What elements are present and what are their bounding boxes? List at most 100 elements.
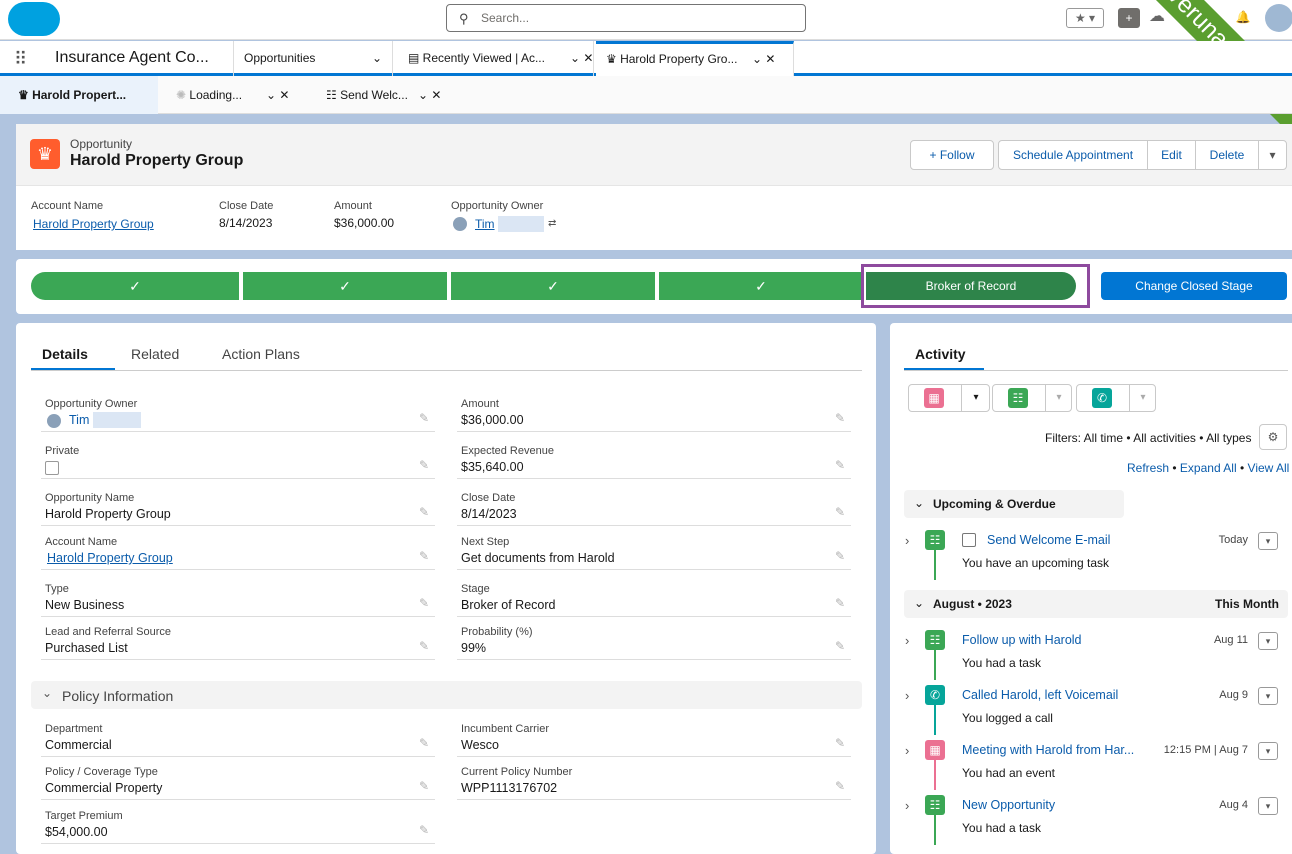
edit-pencil-icon[interactable]: ✎ <box>419 505 429 519</box>
activity-title-link[interactable]: Send Welcome E-mail <box>987 533 1110 547</box>
salesforce-logo[interactable] <box>8 2 60 36</box>
close-icon[interactable]: ⌄ ✕ <box>266 76 289 114</box>
log-call-button[interactable]: ✆ ▾ <box>1076 384 1156 412</box>
edit-pencil-icon[interactable]: ✎ <box>419 549 429 563</box>
activity-title-link[interactable]: Follow up with Harold <box>962 633 1082 647</box>
subtab-send-welcome[interactable]: ☷ Send Welc... ⌄ ✕ <box>308 76 458 114</box>
global-search-input[interactable]: ⚲ Search... <box>446 4 806 32</box>
chevron-down-icon[interactable]: ▾ <box>1045 385 1072 411</box>
tab-related[interactable]: Related <box>131 346 179 362</box>
edit-pencil-icon[interactable]: ✎ <box>835 639 845 653</box>
chevron-right-icon[interactable]: › <box>905 688 909 703</box>
field-divider <box>41 756 435 757</box>
account-name-link[interactable]: Harold Property Group <box>47 551 173 565</box>
field-value: Broker of Record <box>461 598 556 612</box>
tab-details[interactable]: Details <box>42 346 88 362</box>
tab-harold-property[interactable]: ♛ Harold Property Gro... ⌄ ✕ <box>596 41 794 76</box>
change-owner-icon[interactable]: ⇄ <box>548 218 556 229</box>
subtab-harold[interactable]: ♛ Harold Propert... <box>0 76 158 114</box>
tab-label: Harold Property Gro... <box>620 52 738 66</box>
private-checkbox[interactable] <box>45 461 59 475</box>
edit-pencil-icon[interactable]: ✎ <box>835 458 845 472</box>
owner-link[interactable]: Tim <box>69 413 89 427</box>
chevron-down-icon[interactable]: ⌄ <box>914 596 924 610</box>
avatar[interactable] <box>1265 4 1292 32</box>
close-icon[interactable]: ⌄ ✕ <box>570 41 593 76</box>
edit-pencil-icon[interactable]: ✎ <box>419 736 429 750</box>
global-actions-icon[interactable]: + <box>1118 8 1140 28</box>
separator: • <box>1172 461 1177 475</box>
delete-button[interactable]: Delete <box>1195 140 1259 170</box>
new-task-button[interactable]: ☷ ▾ <box>992 384 1072 412</box>
activity-date: Aug 9 <box>1219 689 1248 701</box>
item-menu-button[interactable]: ▾ <box>1258 742 1278 760</box>
chevron-right-icon[interactable]: › <box>905 633 909 648</box>
subtab-loading[interactable]: ✺ Loading... ⌄ ✕ <box>158 76 308 114</box>
check-icon: ✓ <box>755 278 767 294</box>
call-icon: ✆ <box>925 685 945 705</box>
path-stage-complete[interactable]: ✓ <box>451 272 655 300</box>
filter-settings-button[interactable]: ⚙ <box>1259 424 1287 450</box>
activity-title-link[interactable]: New Opportunity <box>962 798 1055 812</box>
account-name-link[interactable]: Harold Property Group <box>33 217 154 231</box>
activity-tab[interactable]: Activity <box>915 346 966 362</box>
edit-pencil-icon[interactable]: ✎ <box>835 736 845 750</box>
edit-pencil-icon[interactable]: ✎ <box>419 458 429 472</box>
chevron-right-icon[interactable]: › <box>905 743 909 758</box>
item-menu-button[interactable]: ▾ <box>1258 797 1278 815</box>
more-actions-button[interactable]: ▾ <box>1258 140 1287 170</box>
edit-pencil-icon[interactable]: ✎ <box>835 779 845 793</box>
activity-date: Aug 11 <box>1213 634 1248 646</box>
edit-pencil-icon[interactable]: ✎ <box>835 411 845 425</box>
task-checkbox[interactable] <box>962 533 976 547</box>
item-menu-button[interactable]: ▾ <box>1258 687 1278 705</box>
edit-pencil-icon[interactable]: ✎ <box>419 411 429 425</box>
edit-pencil-icon[interactable]: ✎ <box>835 505 845 519</box>
highlight-box <box>861 264 1090 308</box>
close-icon[interactable]: ⌄ ✕ <box>418 76 441 114</box>
follow-button[interactable]: + Follow <box>910 140 994 170</box>
schedule-appointment-button[interactable]: Schedule Appointment <box>998 140 1148 170</box>
trailhead-icon[interactable]: ☁ <box>1146 8 1168 28</box>
tab-opportunities[interactable]: Opportunities ⌄ <box>233 41 393 76</box>
tab-action-plans[interactable]: Action Plans <box>222 346 300 362</box>
edit-pencil-icon[interactable]: ✎ <box>419 823 429 837</box>
item-menu-button[interactable]: ▾ <box>1258 632 1278 650</box>
owner-link[interactable]: Tim <box>475 217 495 231</box>
refresh-link[interactable]: Refresh <box>1127 461 1169 475</box>
expand-all-link[interactable]: Expand All <box>1180 461 1237 475</box>
edit-button[interactable]: Edit <box>1147 140 1196 170</box>
path-stage-complete[interactable]: ✓ <box>31 272 239 300</box>
edit-pencil-icon[interactable]: ✎ <box>419 639 429 653</box>
change-closed-stage-button[interactable]: Change Closed Stage <box>1101 272 1287 300</box>
activity-title-link[interactable]: Called Harold, left Voicemail <box>962 688 1118 702</box>
view-all-link[interactable]: View All <box>1248 461 1290 475</box>
app-launcher-icon[interactable]: ⠿ <box>14 49 27 70</box>
chevron-down-icon[interactable]: ⌄ <box>42 686 52 700</box>
activity-title-link[interactable]: Meeting with Harold from Har... <box>962 743 1134 757</box>
tab-recently-viewed[interactable]: ▤ Recently Viewed | Ac... ⌄ ✕ <box>398 41 594 76</box>
chevron-down-icon[interactable]: ⌄ <box>372 41 382 76</box>
item-menu-button[interactable]: ▾ <box>1258 532 1278 550</box>
chevron-right-icon[interactable]: › <box>905 533 909 548</box>
separator: • <box>1239 461 1245 475</box>
path-stage-complete[interactable]: ✓ <box>243 272 447 300</box>
field-divider <box>41 799 435 800</box>
favorites-icon[interactable]: ★ ▾ <box>1066 8 1104 28</box>
field-label: Account Name <box>31 200 104 212</box>
task-icon: ☷ <box>1008 388 1028 408</box>
field-value: Wesco <box>461 738 499 752</box>
chevron-down-icon[interactable]: ▾ <box>1129 385 1156 411</box>
edit-pencil-icon[interactable]: ✎ <box>419 779 429 793</box>
call-icon: ✆ <box>1092 388 1112 408</box>
chevron-down-icon[interactable]: ▾ <box>961 385 990 411</box>
chevron-right-icon[interactable]: › <box>905 798 909 813</box>
notifications-icon[interactable]: 🔔 <box>1232 8 1254 28</box>
path-stage-complete[interactable]: ✓ <box>659 272 863 300</box>
chevron-down-icon[interactable]: ⌄ <box>914 496 924 510</box>
new-event-button[interactable]: ▦ ▾ <box>908 384 990 412</box>
close-icon[interactable]: ⌄ ✕ <box>752 44 775 74</box>
edit-pencil-icon[interactable]: ✎ <box>835 596 845 610</box>
edit-pencil-icon[interactable]: ✎ <box>419 596 429 610</box>
edit-pencil-icon[interactable]: ✎ <box>835 549 845 563</box>
